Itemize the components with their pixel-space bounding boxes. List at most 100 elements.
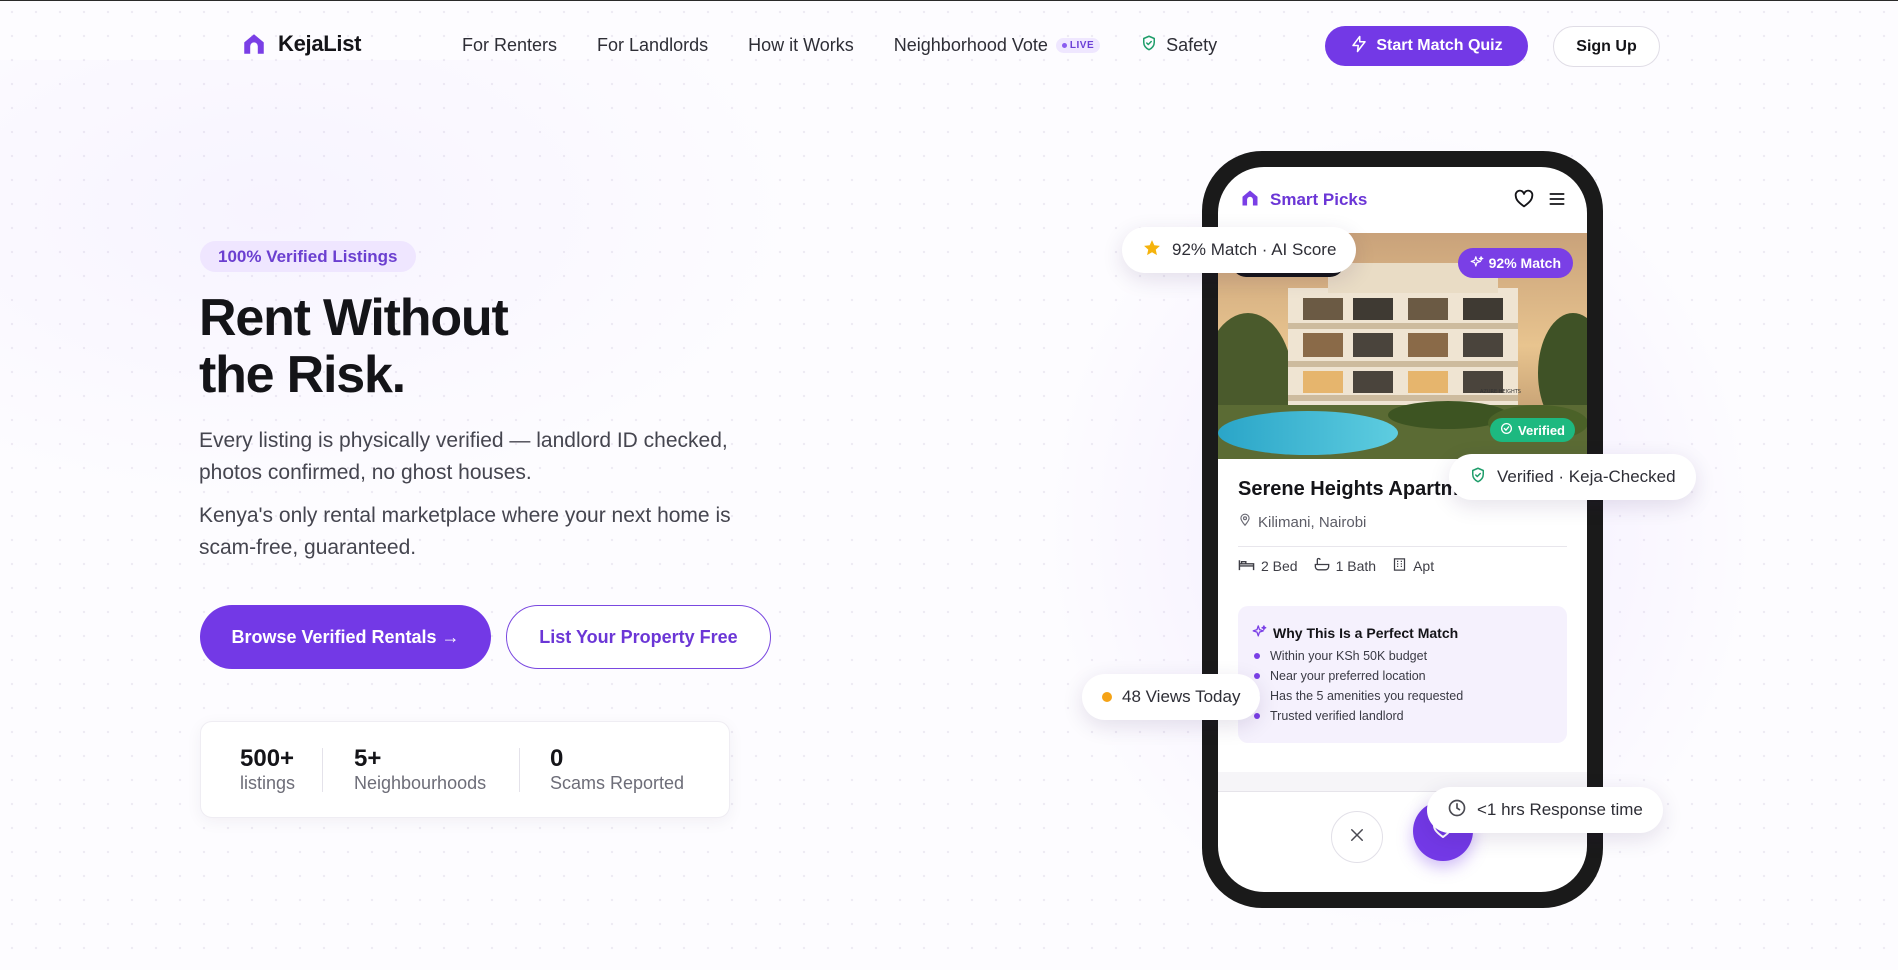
house-logo-icon xyxy=(240,30,268,58)
status-dot-icon xyxy=(1102,692,1112,702)
browse-verified-rentals-button[interactable]: Browse Verified Rentals → xyxy=(200,605,491,669)
nav-links: For Renters For Landlords How it Works N… xyxy=(462,34,1217,57)
sign-up-button[interactable]: Sign Up xyxy=(1553,26,1660,67)
ai-score-label: 92% Match · AI Score xyxy=(1172,240,1337,259)
list-item: Has the 5 amenities you requested xyxy=(1252,686,1553,706)
nav-link-neighborhood-vote[interactable]: Neighborhood Vote LIVE xyxy=(893,35,1101,56)
hero-subtitle: Every listing is physically verified — l… xyxy=(199,429,728,484)
map-pin-icon xyxy=(1238,513,1252,531)
bullet-dot xyxy=(1254,713,1260,719)
spec-bed: 2 Bed xyxy=(1238,557,1298,575)
clock-icon xyxy=(1447,798,1467,823)
sparkles-icon xyxy=(1252,624,1267,642)
bullet-dot xyxy=(1254,653,1260,659)
nav-link-how-it-works[interactable]: How it Works xyxy=(748,35,854,56)
close-icon xyxy=(1348,826,1366,849)
verified-listings-badge: 100% Verified Listings xyxy=(200,241,416,272)
building-sign: AZURE HEIGHTS xyxy=(1480,389,1521,395)
hero-title-line1: Rent Without xyxy=(199,289,509,347)
list-item-text: Trusted verified landlord xyxy=(1270,709,1404,723)
live-badge-label: LIVE xyxy=(1069,40,1095,51)
spec-type: Apt xyxy=(1392,557,1434,575)
listing-location-text: Kilimani, Nairobi xyxy=(1258,513,1367,531)
stat-divider xyxy=(322,747,323,792)
bath-icon xyxy=(1314,557,1330,575)
ai-score-pill: 92% Match · AI Score xyxy=(1122,227,1357,273)
menu-icon[interactable] xyxy=(1547,189,1567,214)
list-item: Trusted verified landlord xyxy=(1252,706,1553,726)
stat-listings: 500+ listings xyxy=(240,744,322,794)
divider xyxy=(1238,546,1567,547)
top-nav: KejaList For Renters For Landlords How i… xyxy=(0,0,1898,92)
phone-header: Smart Picks xyxy=(1218,167,1587,233)
verified-pill: Verified xyxy=(1490,418,1575,442)
stat-value: 5+ xyxy=(354,744,382,772)
perfect-match-title-text: Why This Is a Perfect Match xyxy=(1273,625,1459,641)
shield-check-icon xyxy=(1469,466,1487,489)
quiz-button-label: Start Match Quiz xyxy=(1376,37,1503,54)
phone-header-actions xyxy=(1513,188,1567,215)
nav-link-for-renters[interactable]: For Renters xyxy=(462,35,557,56)
hero-title-line2: the Risk. xyxy=(199,346,406,404)
stat-label: Neighbourhoods xyxy=(354,772,487,793)
sparkles-icon xyxy=(1470,255,1484,272)
stat-label: Scams Reported xyxy=(550,772,685,793)
list-item-text: Near your preferred location xyxy=(1270,669,1426,683)
list-item-text: Has the 5 amenities you requested xyxy=(1270,689,1464,703)
list-item-text: Within your KSh 50K budget xyxy=(1270,649,1428,663)
stat-value: 0 xyxy=(550,744,564,772)
bed-icon xyxy=(1238,557,1255,575)
match-pill-label: 92% Match xyxy=(1488,255,1561,271)
spec-label: 1 Bath xyxy=(1335,558,1377,574)
logo[interactable]: KejaList xyxy=(240,30,361,58)
dismiss-button[interactable] xyxy=(1331,811,1383,863)
stats-card: 500+ listings 5+ Neighbourhoods 0 Scams … xyxy=(200,721,730,818)
bullet-dot xyxy=(1254,673,1260,679)
start-match-quiz-button[interactable]: Start Match Quiz xyxy=(1325,26,1528,66)
hero-title: Rent Without the Risk. xyxy=(199,290,659,404)
check-circle-icon xyxy=(1500,422,1513,438)
list-item: Within your KSh 50K budget xyxy=(1252,646,1553,666)
lightning-icon xyxy=(1350,35,1368,58)
logo-text: KejaList xyxy=(278,31,362,56)
live-badge: LIVE xyxy=(1055,38,1101,53)
response-time-label: <1 hrs Response time xyxy=(1477,800,1643,819)
keja-checked-pill: Verified · Keja-Checked xyxy=(1449,454,1696,500)
smart-picks-title: Smart Picks xyxy=(1270,190,1368,209)
nav-link-safety[interactable]: Safety xyxy=(1140,34,1217,57)
heart-icon[interactable] xyxy=(1513,188,1535,215)
spec-bath: 1 Bath xyxy=(1314,557,1376,575)
hero-subtitle-secondary: Kenya's only rental marketplace where yo… xyxy=(199,504,731,559)
stat-divider xyxy=(519,747,520,792)
nav-link-label: How it Works xyxy=(748,35,854,55)
views-today-label: 48 Views Today xyxy=(1122,687,1241,706)
nav-link-for-landlords[interactable]: For Landlords xyxy=(597,35,708,56)
live-dot-icon xyxy=(1061,43,1067,48)
nav-link-label: For Renters xyxy=(462,35,558,55)
nav-link-label: For Landlords xyxy=(597,35,709,55)
list-property-button[interactable]: List Your Property Free xyxy=(506,605,771,669)
perfect-match-box: Why This Is a Perfect Match Within your … xyxy=(1238,606,1567,743)
nav-link-label: Neighborhood Vote xyxy=(893,35,1048,55)
building-icon xyxy=(1392,557,1407,575)
nav-link-label: Safety xyxy=(1166,35,1218,55)
house-logo-icon xyxy=(1240,188,1260,213)
stat-neighbourhoods: 5+ Neighbourhoods xyxy=(354,744,519,794)
verified-pill-label: Verified xyxy=(1518,422,1565,438)
shield-check-icon xyxy=(1140,34,1158,57)
perfect-match-list: Within your KSh 50K budget Near your pre… xyxy=(1252,646,1553,726)
list-item: Near your preferred location xyxy=(1252,666,1553,686)
views-today-pill: 48 Views Today xyxy=(1082,674,1261,720)
match-pill: 92% Match xyxy=(1457,248,1573,278)
listing-location: Kilimani, Nairobi xyxy=(1238,513,1366,531)
star-icon xyxy=(1142,238,1162,263)
perfect-match-title: Why This Is a Perfect Match xyxy=(1252,624,1553,642)
spec-label: Apt xyxy=(1413,558,1435,574)
spec-label: 2 Bed xyxy=(1261,558,1298,574)
stat-value: 500+ xyxy=(240,744,295,772)
stat-label: listings xyxy=(240,772,296,793)
keja-checked-label: Verified · Keja-Checked xyxy=(1497,467,1676,486)
phone-screen: Smart Picks AZURE HEIGHTS 92% Match Veri… xyxy=(1218,167,1587,892)
listing-specs: 2 Bed 1 Bath Apt xyxy=(1238,557,1434,575)
stat-scams: 0 Scams Reported xyxy=(550,744,685,794)
